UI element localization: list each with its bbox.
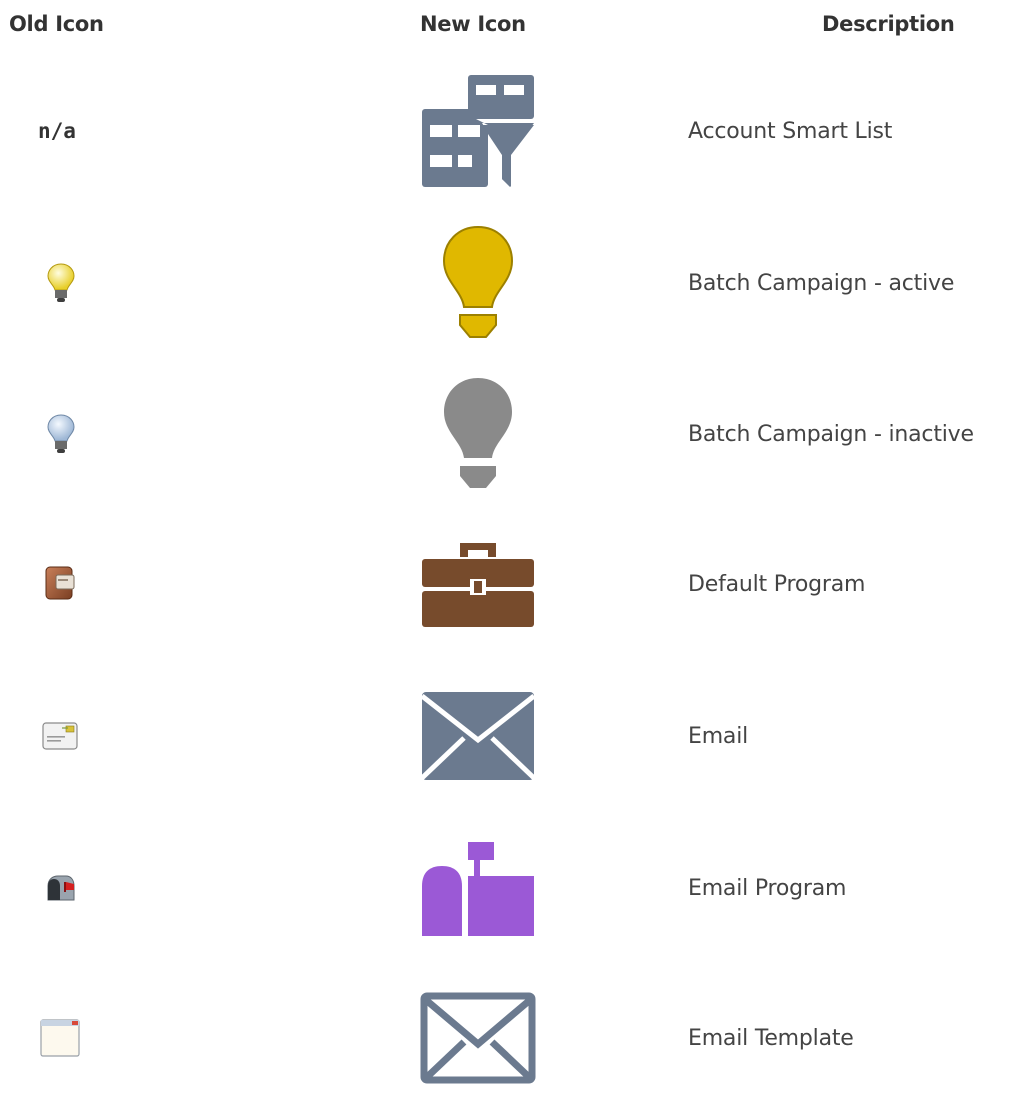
description-cell: Batch Campaign - inactive [688, 358, 974, 510]
header-description: Description [822, 12, 955, 36]
new-icon-cell [410, 55, 546, 207]
new-icon-cell [410, 207, 546, 359]
icon-row-email-template: Email Template [0, 962, 1016, 1114]
old-icon-cell: n/a [36, 55, 76, 207]
envelope-outline-icon [420, 992, 536, 1084]
mailbox-icon [36, 874, 76, 902]
new-icon-cell [410, 812, 546, 964]
lightbulb-icon [442, 225, 514, 341]
old-icon-cell [36, 358, 76, 510]
description-cell: Batch Campaign - active [688, 207, 954, 359]
old-icon-cell [36, 812, 76, 964]
description-cell: Email Template [688, 962, 854, 1114]
header-old-icon: Old Icon [9, 12, 104, 36]
new-icon-cell [410, 358, 546, 510]
not-applicable-text: n/a [38, 119, 76, 143]
icon-row-batch-campaign-active: Batch Campaign - active [0, 207, 1016, 359]
window-icon [36, 1019, 80, 1057]
lightbulb-icon [442, 376, 514, 492]
description-text: Account Smart List [688, 118, 893, 144]
icon-row-account-smart-list: n/a Account Smart List [0, 55, 1016, 207]
description-cell: Account Smart List [688, 55, 892, 207]
old-icon-cell [36, 207, 76, 359]
yellow-lightbulb-icon [36, 262, 76, 304]
envelope-icon [420, 690, 536, 782]
new-icon-cell [410, 508, 546, 660]
description-text: Email [688, 723, 749, 749]
brown-folder-icon [36, 565, 76, 603]
briefcase-icon [420, 539, 536, 629]
header-new-icon: New Icon [420, 12, 526, 36]
description-cell: Default Program [688, 508, 865, 660]
mailbox-icon [420, 838, 536, 938]
icon-row-batch-campaign-inactive: Batch Campaign - inactive [0, 358, 1016, 510]
icon-row-email-program: Email Program [0, 812, 1016, 964]
new-icon-cell [410, 660, 546, 812]
description-cell: Email [688, 660, 748, 812]
description-text: Batch Campaign - inactive [688, 421, 974, 447]
icon-row-default-program: Default Program [0, 508, 1016, 660]
description-cell: Email Program [688, 812, 846, 964]
blue-lightbulb-icon [36, 413, 76, 455]
new-icon-cell [410, 962, 546, 1114]
old-icon-cell [36, 962, 80, 1114]
description-text: Email Template [688, 1025, 854, 1051]
description-text: Email Program [688, 875, 847, 901]
old-icon-cell [36, 660, 78, 812]
envelope-card-icon [36, 722, 78, 750]
old-icon-cell [36, 508, 76, 660]
icon-row-email: Email [0, 660, 1016, 812]
description-text: Batch Campaign - active [688, 270, 955, 296]
account-smart-list-icon [422, 75, 534, 187]
description-text: Default Program [688, 571, 866, 597]
